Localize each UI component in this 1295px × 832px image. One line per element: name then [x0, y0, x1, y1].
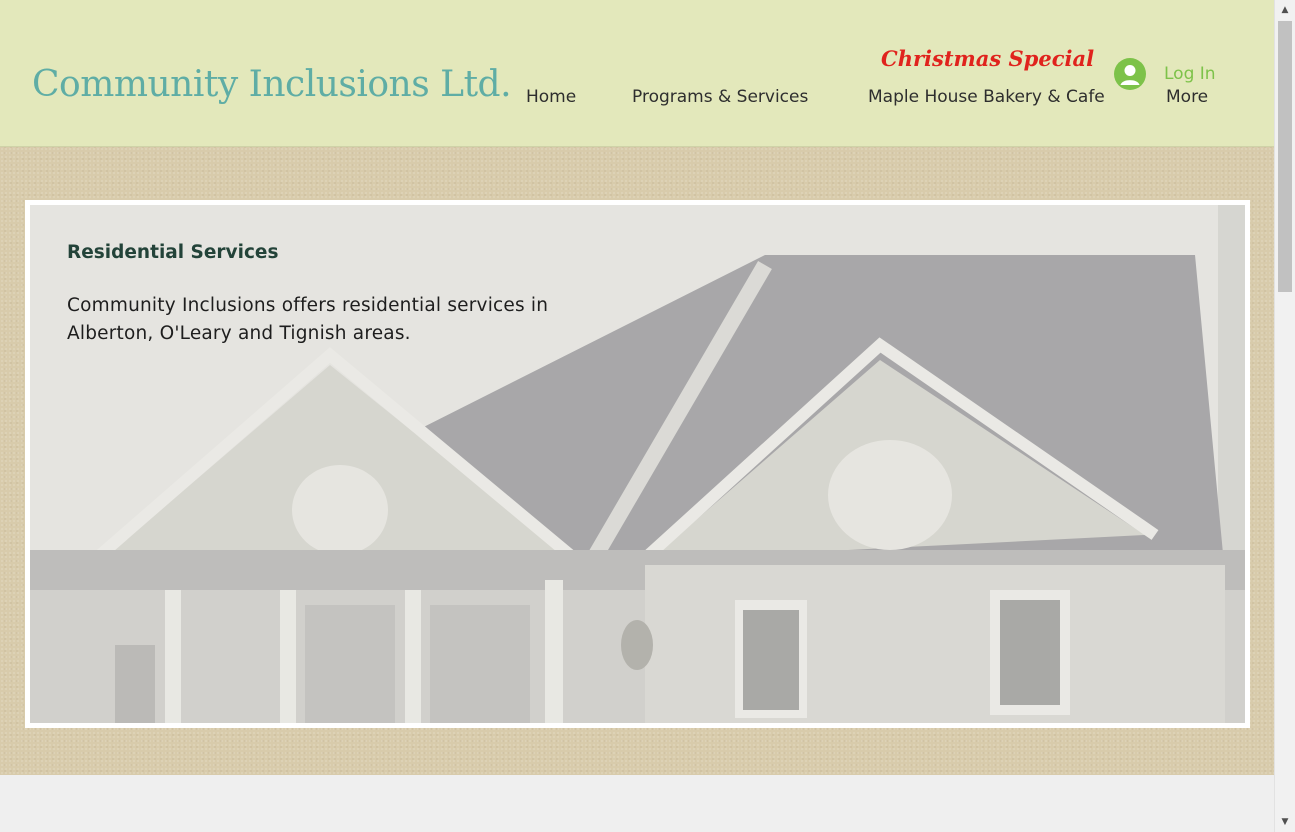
scroll-up-arrow-icon[interactable]: ▲ — [1275, 0, 1295, 20]
section-body-text: Community Inclusions offers residential … — [67, 295, 549, 344]
nav-item-maple-house-bakery-cafe[interactable]: Maple House Bakery & Cafe — [868, 87, 1105, 107]
nav-item-more[interactable]: More — [1166, 87, 1208, 107]
christmas-special-link[interactable]: Christmas Special — [881, 46, 1094, 71]
user-avatar-icon — [1114, 58, 1146, 90]
section-heading: Residential Services — [67, 242, 279, 263]
nav-item-programs-services[interactable]: Programs & Services — [632, 87, 808, 107]
nav-item-home[interactable]: Home — [526, 87, 576, 107]
house-photo: Residential Services Community Inclusion… — [25, 200, 1250, 728]
vertical-scrollbar[interactable]: ▲ ▼ — [1274, 0, 1295, 832]
scroll-down-arrow-icon[interactable]: ▼ — [1275, 812, 1295, 832]
site-header: Community Inclusions Ltd. Christmas Spec… — [0, 0, 1274, 147]
main-nav: Home Programs & Services Maple House Bak… — [0, 87, 1274, 111]
content-band: Residential Services Community Inclusion… — [0, 147, 1274, 775]
lower-section — [0, 775, 1274, 832]
photo-wash — [30, 205, 1245, 723]
login-button[interactable]: Log In — [1114, 57, 1216, 91]
login-label: Log In — [1164, 64, 1216, 84]
scrollbar-thumb[interactable] — [1278, 21, 1292, 292]
